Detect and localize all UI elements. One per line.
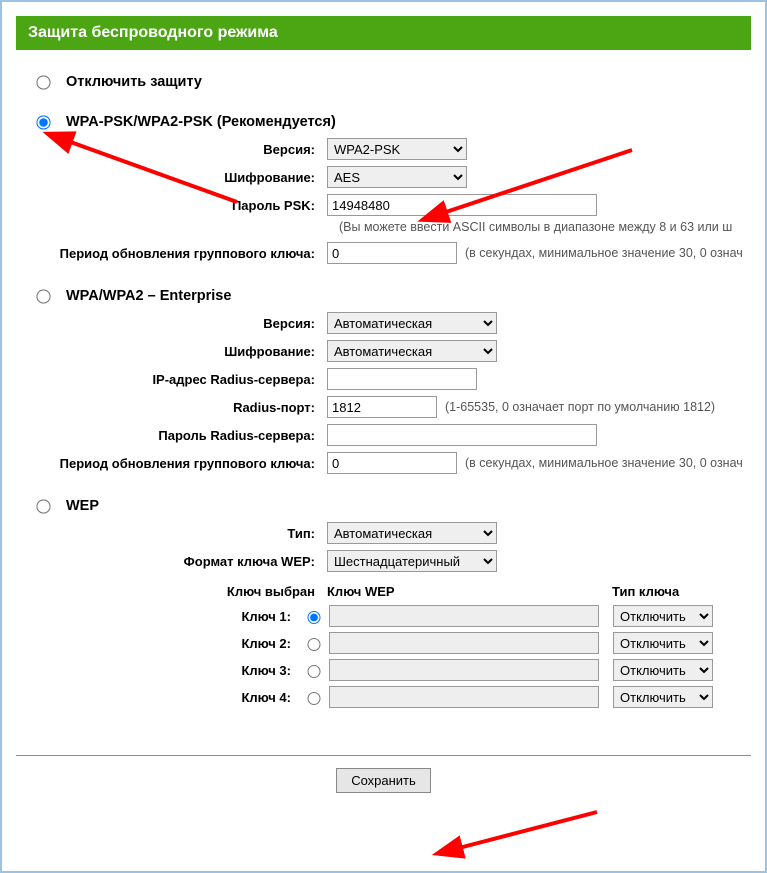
wep-key3-label: Ключ 3: [37, 663, 297, 678]
psk-version-select[interactable]: WPA2-PSK [327, 138, 467, 160]
ent-radius-pass-input[interactable] [327, 424, 597, 446]
radio-disable-security[interactable] [36, 75, 50, 89]
page-title: Защита беспроводного режима [16, 16, 751, 50]
save-button[interactable]: Сохранить [336, 768, 431, 793]
ent-radius-port-label: Radius-порт: [37, 400, 327, 415]
psk-groupkey-label: Период обновления группового ключа: [37, 246, 327, 261]
ent-radius-pass-label: Пароль Radius-сервера: [37, 428, 327, 443]
ent-radius-port-input[interactable] [327, 396, 437, 418]
psk-encryption-select[interactable]: AES [327, 166, 467, 188]
wep-key4-input[interactable] [329, 686, 599, 708]
separator [16, 755, 751, 756]
label-wep: WEP [66, 498, 99, 514]
radio-wpa-psk[interactable] [36, 115, 50, 129]
wep-key3-input[interactable] [329, 659, 599, 681]
psk-password-hint: (Вы можете ввести ASCII символы в диапаз… [339, 220, 751, 234]
wep-format-label: Формат ключа WEP: [37, 554, 327, 569]
label-wpa-enterprise: WPA/WPA2 – Enterprise [66, 288, 231, 304]
wep-key2-label: Ключ 2: [37, 636, 297, 651]
ent-radius-ip-input[interactable] [327, 368, 477, 390]
ent-groupkey-input[interactable] [327, 452, 457, 474]
wep-col-selected: Ключ выбран [37, 584, 327, 599]
wep-key1-type-select[interactable]: Отключить [613, 605, 713, 627]
wep-key4-radio[interactable] [302, 692, 326, 705]
psk-password-input[interactable] [327, 194, 597, 216]
annotation-arrow-3 [447, 807, 607, 865]
wep-key2-type-select[interactable]: Отключить [613, 632, 713, 654]
radio-wep[interactable] [36, 499, 50, 513]
ent-radius-port-hint: (1-65535, 0 означает порт по умолчанию 1… [445, 400, 715, 414]
wep-key1-input[interactable] [329, 605, 599, 627]
psk-password-label: Пароль PSK: [37, 198, 327, 213]
wep-col-key: Ключ WEP [327, 584, 612, 599]
ent-radius-ip-label: IP-адрес Radius-сервера: [37, 372, 327, 387]
wep-type-select[interactable]: Автоматическая [327, 522, 497, 544]
wep-key4-type-select[interactable]: Отключить [613, 686, 713, 708]
psk-groupkey-input[interactable] [327, 242, 457, 264]
ent-version-label: Версия: [37, 316, 327, 331]
wep-key3-radio[interactable] [302, 665, 326, 678]
ent-encryption-label: Шифрование: [37, 344, 327, 359]
wep-key1-radio[interactable] [302, 611, 326, 624]
label-wpa-psk: WPA-PSK/WPA2-PSK (Рекомендуется) [66, 114, 336, 130]
psk-groupkey-hint: (в секундах, минимальное значение 30, 0 … [465, 246, 743, 260]
label-disable-security: Отключить защиту [66, 74, 202, 90]
ent-encryption-select[interactable]: Автоматическая [327, 340, 497, 362]
ent-groupkey-hint: (в секундах, минимальное значение 30, 0 … [465, 456, 743, 470]
wep-key4-label: Ключ 4: [37, 690, 297, 705]
wep-key2-radio[interactable] [302, 638, 326, 651]
ent-version-select[interactable]: Автоматическая [327, 312, 497, 334]
radio-wpa-enterprise[interactable] [36, 289, 50, 303]
wep-format-select[interactable]: Шестнадцатеричный [327, 550, 497, 572]
psk-version-label: Версия: [37, 142, 327, 157]
wep-key2-input[interactable] [329, 632, 599, 654]
wep-type-label: Тип: [37, 526, 327, 541]
wep-key1-label: Ключ 1: [37, 609, 297, 624]
wep-key3-type-select[interactable]: Отключить [613, 659, 713, 681]
psk-encryption-label: Шифрование: [37, 170, 327, 185]
wep-col-type: Тип ключа [612, 584, 722, 599]
ent-groupkey-label: Период обновления группового ключа: [37, 456, 327, 471]
